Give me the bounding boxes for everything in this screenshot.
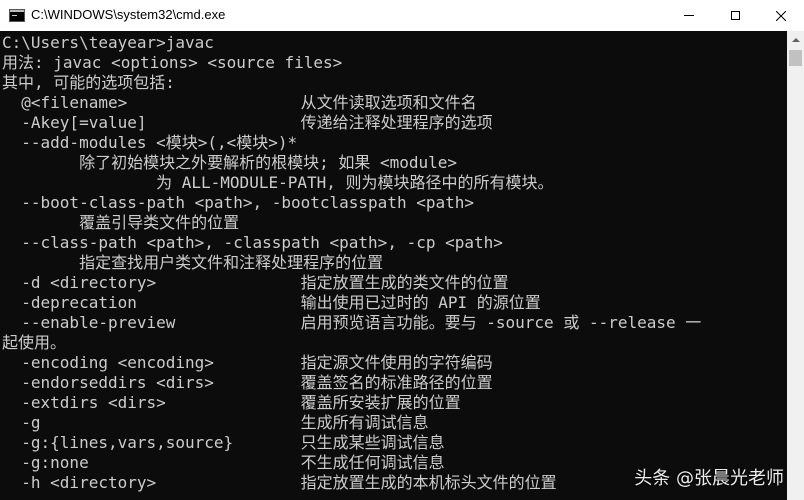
console-line: -d <directory> 指定放置生成的类文件的位置 xyxy=(2,273,509,292)
console-line: -Akey[=value] 传递给注释处理程序的选项 xyxy=(2,113,493,132)
scroll-up-button[interactable] xyxy=(787,31,804,48)
console-line: -h <directory> 指定放置生成的本机标头文件的位置 xyxy=(2,473,557,492)
console-line: -g:none 不生成任何调试信息 xyxy=(2,453,445,472)
console-icon xyxy=(9,9,25,22)
console-line: 用法: javac <options> <source files> xyxy=(2,53,343,72)
vertical-scrollbar[interactable] xyxy=(787,31,804,500)
console-line: -deprecation 输出使用已过时的 API 的源位置 xyxy=(2,293,541,312)
scroll-thumb[interactable] xyxy=(789,50,802,66)
title-bar[interactable]: C:\WINDOWS\system32\cmd.exe xyxy=(0,0,804,32)
console-line: 指定查找用户类文件和注释处理程序的位置 xyxy=(2,253,384,272)
console-text: C:\Users\teayear>javac 用法: javac <options… xyxy=(2,33,701,493)
console-line: C:\Users\teayear>javac xyxy=(2,33,214,52)
console-line: --enable-preview 启用预览语言功能。要与 -source 或 -… xyxy=(2,313,702,332)
arrow-up-icon xyxy=(791,37,800,42)
console-line: 为 ALL-MODULE-PATH, 则为模块路径中的所有模块。 xyxy=(2,173,554,192)
window-title: C:\WINDOWS\system32\cmd.exe xyxy=(31,7,226,22)
console-line: 覆盖引导类文件的位置 xyxy=(2,213,240,232)
minimize-button[interactable] xyxy=(666,0,712,31)
maximize-icon xyxy=(730,11,740,20)
console-output[interactable]: C:\Users\teayear>javac 用法: javac <options… xyxy=(0,31,787,500)
console-line: --class-path <path>, -classpath <path>, … xyxy=(2,233,503,252)
close-button[interactable] xyxy=(758,0,804,31)
console-line: -g 生成所有调试信息 xyxy=(2,413,429,432)
console-line: -extdirs <dirs> 覆盖所安装扩展的位置 xyxy=(2,393,461,412)
console-line: -g:{lines,vars,source} 只生成某些调试信息 xyxy=(2,433,445,452)
watermark: 头条 @张晨光老师 xyxy=(634,468,784,489)
console-line: -encoding <encoding> 指定源文件使用的字符编码 xyxy=(2,353,493,372)
close-icon xyxy=(776,10,786,21)
console-line: -endorseddirs <dirs> 覆盖签名的标准路径的位置 xyxy=(2,373,493,392)
console-line: 起使用。 xyxy=(2,333,67,352)
maximize-button[interactable] xyxy=(712,0,758,31)
console-line: --boot-class-path <path>, -bootclasspath… xyxy=(2,193,475,212)
console-line: 其中, 可能的选项包括: xyxy=(2,73,175,92)
console-line: --add-modules <模块>(,<模块>)* xyxy=(2,133,298,152)
console-line: @<filename> 从文件读取选项和文件名 xyxy=(2,93,477,112)
console-line: 除了初始模块之外要解析的根模块; 如果 <module> xyxy=(2,153,458,172)
minimize-icon xyxy=(684,15,694,16)
cmd-window: C:\WINDOWS\system32\cmd.exe C:\Users\tea… xyxy=(0,0,804,500)
